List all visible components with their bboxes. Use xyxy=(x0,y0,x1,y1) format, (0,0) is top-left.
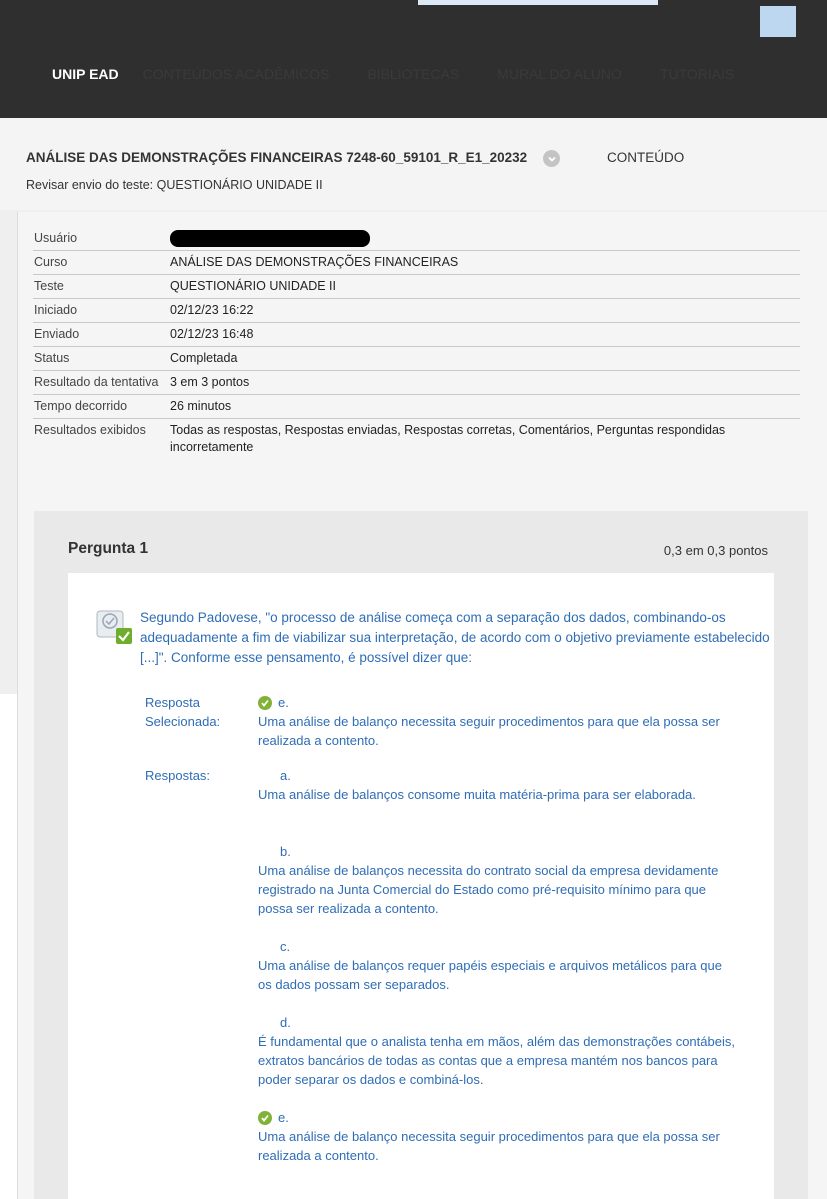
info-row-teste: Teste QUESTIONÁRIO UNIDADE II xyxy=(33,275,800,300)
breadcrumb: Revisar envio do teste: QUESTIONÁRIO UNI… xyxy=(26,178,323,192)
conteudo-link[interactable]: CONTEÚDO xyxy=(607,150,684,165)
info-row-resultados-exibidos: Resultados exibidos Todas as respostas, … xyxy=(33,419,800,459)
info-row-enviado: Enviado 02/12/23 16:48 xyxy=(33,323,800,348)
course-title[interactable]: ANÁLISE DAS DEMONSTRAÇÕES FINANCEIRAS 72… xyxy=(26,150,527,165)
top-strip xyxy=(418,0,658,5)
nav-item-bibliotecas[interactable]: BIBLIOTECAS xyxy=(367,66,459,82)
answer-letter: a. xyxy=(280,768,291,783)
answer-option-d: d. É fundamental que o analista tenha em… xyxy=(258,1013,748,1089)
info-label: Curso xyxy=(34,255,68,270)
answer-letter: d. xyxy=(280,1015,291,1030)
check-icon xyxy=(258,1110,272,1125)
question-text: Segundo Padovese, "o processo de análise… xyxy=(140,610,770,665)
answers-label: Respostas: xyxy=(145,768,211,783)
answer-option-e: e. Uma análise de balanço necessita segu… xyxy=(258,1108,738,1165)
info-label: Tempo decorrido xyxy=(34,399,128,414)
info-value xyxy=(170,230,800,248)
question-title: Pergunta 1 xyxy=(68,540,149,557)
nav-item-mural[interactable]: MURAL DO ALUNO xyxy=(497,66,622,82)
selected-answer-letter: e. xyxy=(278,695,289,710)
info-row-status: Status Completada xyxy=(33,347,800,372)
main-nav: UNIP EAD CONTEÚDOS ACADÊMICOS BIBLIOTECA… xyxy=(52,66,772,82)
nav-item-tutoriais[interactable]: TUTORIAIS xyxy=(660,66,734,82)
selected-answer-label: Resposta Selecionada: xyxy=(145,695,221,729)
info-label: Status xyxy=(34,351,70,366)
selected-answer: e. Uma análise de balanço necessita segu… xyxy=(258,693,738,750)
answer-text: Uma análise de balanço necessita seguir … xyxy=(258,1129,720,1163)
info-row-resultado: Resultado da tentativa 3 em 3 pontos xyxy=(33,371,800,396)
answer-text: Uma análise de balanços requer papéis es… xyxy=(258,958,722,992)
info-label: Iniciado xyxy=(34,303,78,318)
redacted-user-name xyxy=(170,230,370,248)
course-menu-button[interactable] xyxy=(543,150,560,167)
info-value: ANÁLISE DAS DEMONSTRAÇÕES FINANCEIRAS xyxy=(170,255,459,270)
info-row-curso: Curso ANÁLISE DAS DEMONSTRAÇÕES FINANCEI… xyxy=(33,251,800,276)
info-label: Enviado xyxy=(34,327,80,342)
info-value: Completada xyxy=(170,351,238,366)
info-value: 3 em 3 pontos xyxy=(170,375,250,390)
info-label: Teste xyxy=(34,279,64,294)
answer-letter-row: e. xyxy=(258,1108,738,1127)
nav-item-conteudos[interactable]: CONTEÚDOS ACADÊMICOS xyxy=(143,66,330,82)
info-row-tempo: Tempo decorrido 26 minutos xyxy=(33,395,800,420)
answer-letter: e. xyxy=(278,1110,289,1125)
answer-option-a: a. Uma análise de balanços consome muita… xyxy=(258,766,738,804)
info-value: 02/12/23 16:22 xyxy=(170,303,254,318)
answer-text: É fundamental que o analista tenha em mã… xyxy=(258,1034,735,1087)
answer-option-b: b. Uma análise de balanços necessita do … xyxy=(258,842,738,918)
answer-text: Uma análise de balanços necessita do con… xyxy=(258,863,719,916)
selected-answer-letter-row: e. xyxy=(258,693,738,712)
top-navigation-bar xyxy=(0,0,827,118)
info-row-usuario: Usuário xyxy=(33,227,800,252)
info-value: Todas as respostas, Respostas enviadas, … xyxy=(170,423,726,455)
info-value: QUESTIONÁRIO UNIDADE II xyxy=(170,279,336,294)
info-row-iniciado: Iniciado 02/12/23 16:22 xyxy=(33,299,800,324)
top-square xyxy=(760,6,796,37)
answer-letter: b. xyxy=(280,844,291,859)
check-icon xyxy=(258,695,272,710)
chevron-down-icon xyxy=(547,156,556,162)
brand-link[interactable]: UNIP EAD xyxy=(52,66,119,82)
answer-option-c: c. Uma análise de balanços requer papéis… xyxy=(258,937,738,994)
info-label: Usuário xyxy=(34,231,78,245)
selected-answer-text: Uma análise de balanço necessita seguir … xyxy=(258,714,720,748)
info-value: 02/12/23 16:48 xyxy=(170,327,254,342)
info-value: 26 minutos xyxy=(170,399,232,414)
attempt-info-table: Usuário Curso ANÁLISE DAS DEMONSTRAÇÕES … xyxy=(33,227,800,459)
question-points: 0,3 em 0,3 pontos xyxy=(663,543,768,558)
info-label: Resultados exibidos xyxy=(34,423,146,438)
info-label: Resultado da tentativa xyxy=(34,375,159,390)
correct-answer-icon xyxy=(96,610,132,644)
answer-text: Uma análise de balanços consome muita ma… xyxy=(258,787,696,802)
answer-letter: c. xyxy=(280,939,291,954)
